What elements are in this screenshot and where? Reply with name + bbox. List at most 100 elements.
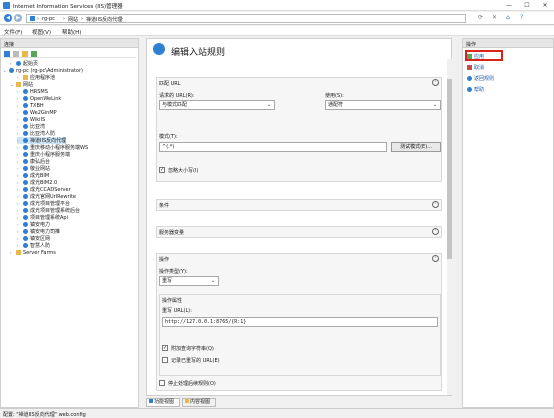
action-type-select[interactable]: 重写 (159, 276, 219, 286)
log-rewritten-checkbox[interactable] (162, 357, 168, 363)
back-icon[interactable]: ◀ (4, 14, 12, 22)
tree-node[interactable]: › Server Farms (10, 249, 56, 256)
tree-node[interactable]: › HRSMS (17, 88, 48, 95)
match-url-title: 匹配 URL (159, 81, 181, 87)
tree-node[interactable]: › 禅道IIS反向代理 (17, 137, 67, 144)
tab-features-label: 功能视图 (154, 399, 175, 405)
tab-content-label: 内容视图 (190, 399, 211, 405)
tree-node[interactable]: › WikiIS (17, 116, 45, 123)
minimize-button[interactable]: — (500, 0, 518, 11)
site-icon (23, 117, 28, 122)
action-type-label: 操作类型(Y): (159, 269, 188, 275)
chevron-down-icon: ⌄ (433, 102, 438, 108)
stop-processing-checkbox[interactable] (159, 380, 165, 386)
action-help-label: 帮助 (474, 87, 485, 93)
tree-node[interactable]: › 镇安电力司推 (17, 228, 60, 235)
rewrite-url-label: 重写 URL(L): (162, 308, 192, 314)
append-query-checkbox[interactable]: ✓ (162, 345, 168, 351)
tree-node[interactable]: › 镇安电力 (17, 221, 50, 228)
tree-node[interactable]: › 起始页 (10, 60, 38, 67)
server-variables-section[interactable]: 服务器变量 ˅ (156, 226, 442, 238)
connect-icon[interactable] (4, 51, 10, 57)
tree-node[interactable]: › 成光BIM2.0 (17, 179, 57, 186)
close-button[interactable]: ✕ (536, 0, 554, 11)
tree-node[interactable]: › OpenWeLink (17, 95, 61, 102)
tree-node[interactable]: › 成光项目管理平台 (17, 200, 70, 207)
site-icon (23, 201, 28, 206)
tree-node[interactable]: › 重庆小程序服务端 (17, 151, 70, 158)
test-pattern-button[interactable]: 测试模式(E)... (391, 142, 441, 152)
vertical-scrollbar[interactable] (447, 59, 452, 395)
tree-node[interactable]: › 成光项目管理系统后台 (17, 207, 80, 214)
forward-icon[interactable]: ▶ (14, 14, 22, 22)
scrollbar-thumb[interactable] (447, 79, 452, 259)
ignore-case-checkbox[interactable]: ✓ (159, 167, 165, 173)
site-icon (23, 131, 28, 136)
open-folder-icon[interactable] (22, 51, 28, 57)
tree-node[interactable]: › TXBH (17, 102, 44, 109)
tree-node[interactable]: › 比亚湾 (17, 123, 45, 130)
tree-node[interactable]: › 比亚湾人防 (17, 130, 55, 137)
collapse-chevron-icon[interactable]: ˄ (432, 79, 439, 86)
breadcrumb[interactable]: › rg-pc › 网站 › 禅道IIS反向代理 › (26, 14, 466, 23)
tree-node[interactable]: › 重庆移动小程序服务端WS (17, 144, 88, 151)
expand-chevron-icon[interactable]: ˅ (432, 228, 439, 235)
site-icon (23, 194, 28, 199)
features-view-icon (149, 399, 153, 403)
conditions-section[interactable]: 条件 ˅ (156, 199, 442, 211)
site-icon (23, 159, 28, 164)
tree-node[interactable]: › We2GinMP (17, 109, 57, 116)
server-variables-title: 服务器变量 (159, 230, 185, 236)
tree-node[interactable]: › 成光CCADServer (17, 186, 71, 193)
save-icon[interactable] (13, 51, 19, 57)
tree-node[interactable]: › 康弘后台 (17, 158, 50, 165)
tree-node[interactable]: › 智慧人防 (17, 242, 50, 249)
apply-icon (467, 54, 472, 59)
action-cancel[interactable]: 取消 (467, 64, 484, 71)
page-title: 编辑入站规则 (171, 48, 226, 58)
home-icon[interactable]: ⌂ (506, 14, 514, 22)
site-icon (23, 145, 28, 150)
breadcrumb-site[interactable]: 禅道IIS反向代理 (86, 16, 122, 23)
help-icon[interactable]: ? (520, 14, 528, 22)
tree-node-label: Server Farms (23, 250, 56, 256)
site-icon (23, 215, 28, 220)
breadcrumb-server[interactable]: rg-pc (42, 16, 55, 22)
menu-help[interactable]: 帮助(H) (62, 28, 81, 36)
tab-content-view[interactable]: 内容视图 (182, 398, 216, 407)
tab-features-view[interactable]: 功能视图 (146, 398, 180, 407)
append-query-label: 附加查询字符串(Q) (171, 346, 214, 352)
action-apply[interactable]: 应用 (467, 53, 484, 60)
back-icon (467, 76, 472, 81)
conditions-title: 条件 (159, 203, 170, 209)
tree-node[interactable]: › 敬业网站 (17, 165, 50, 172)
action-help[interactable]: 帮助 (467, 86, 484, 93)
tree-node[interactable]: ⌄ 网站 (10, 81, 33, 88)
breadcrumb-sites[interactable]: 网站 (68, 16, 78, 23)
network-icon[interactable] (31, 51, 37, 57)
site-icon (23, 124, 28, 129)
pattern-input[interactable]: ^(.*) (159, 142, 387, 152)
tree-node[interactable]: › 项目管理系统Api (17, 214, 68, 221)
site-icon (23, 229, 28, 234)
server-icon (30, 16, 35, 21)
refresh-icon[interactable]: ⟳ (478, 14, 486, 22)
using-select[interactable]: 通配符 (325, 100, 441, 110)
actions-header: 操作 (463, 39, 553, 48)
rewrite-url-input[interactable]: http://127.0.0.1:8765/{R:1} (162, 317, 438, 327)
tree-node[interactable]: › 应用程序池 (17, 74, 55, 81)
tree-node[interactable]: ⌄ rg-pc (rg-pc\Administrator) (3, 67, 83, 74)
tree-node[interactable]: › 成光官网UrlRewrite (17, 193, 76, 200)
menu-file[interactable]: 文件(F) (4, 28, 22, 36)
title-bar: Internet Information Services (IIS)管理器 —… (0, 0, 554, 11)
stop-icon[interactable]: ✕ (492, 14, 500, 22)
collapse-chevron-icon[interactable]: ˄ (432, 255, 439, 262)
tree-node[interactable]: › 成光BIM (17, 172, 49, 179)
site-icon (23, 166, 28, 171)
request-url-select[interactable]: 与模式匹配 (159, 100, 275, 110)
expand-chevron-icon[interactable]: ˅ (432, 201, 439, 208)
maximize-button[interactable]: ☐ (518, 0, 536, 11)
tree-node[interactable]: › 镇安区网 (17, 235, 50, 242)
action-back-to-rules[interactable]: 返回规则 (467, 75, 494, 82)
menu-view[interactable]: 视图(V) (32, 28, 51, 36)
